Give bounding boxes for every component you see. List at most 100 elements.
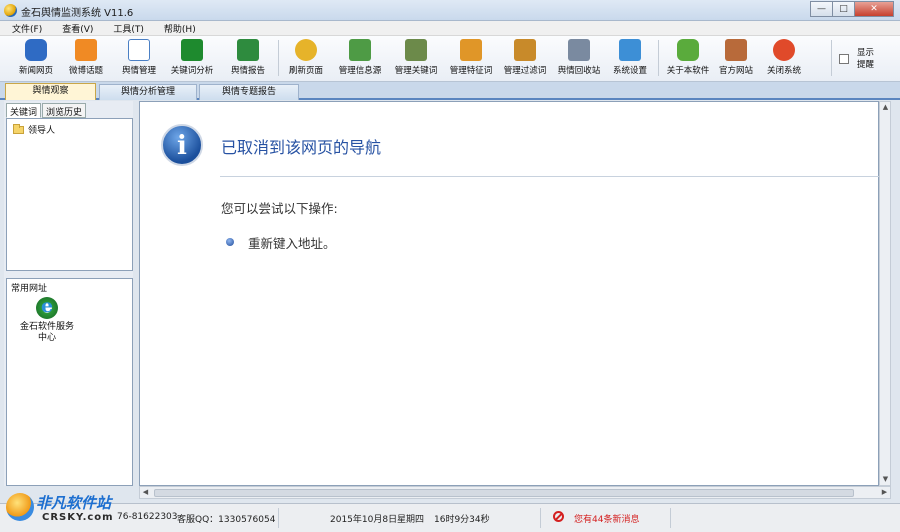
- horizontal-scrollbar[interactable]: ◀ ▶: [139, 486, 891, 499]
- status-message[interactable]: 您有44条新消息: [574, 512, 639, 525]
- recycle-bin-button[interactable]: 舆情回收站: [554, 38, 604, 80]
- status-phone: 76-81622303: [117, 512, 178, 522]
- manage-feature-words-label: 管理特征词: [449, 66, 493, 76]
- keyword-analysis-button[interactable]: 关键词分析: [166, 38, 218, 80]
- menu-help[interactable]: 帮助(H): [164, 22, 196, 35]
- tree-item-label: 领导人: [28, 126, 56, 136]
- close-system-button[interactable]: 关闭系统: [762, 38, 806, 80]
- recycle-bin-icon: [568, 39, 590, 61]
- subtab-history[interactable]: 浏览历史: [42, 103, 87, 118]
- excel-icon: [237, 39, 259, 61]
- refresh-page-label: 刷新页面: [288, 66, 323, 76]
- system-settings-label: 系统设置: [612, 66, 647, 76]
- toolbar: 新闻网页 微博话题 舆情管理 关键词分析 舆情报告 刷新页面 管理信息源 管理关…: [0, 36, 900, 82]
- news-icon: [25, 39, 47, 61]
- sentiment-manage-button[interactable]: 舆情管理: [115, 38, 163, 80]
- link-label: 金石软件服务中心: [19, 322, 74, 343]
- minimize-button[interactable]: —: [810, 1, 833, 17]
- window-controls: — □ ✕: [810, 1, 894, 17]
- common-links-panel: 常用网址 金石软件服务中心: [6, 278, 133, 486]
- refresh-page-button[interactable]: 刷新页面: [284, 38, 328, 80]
- keyword-analysis-label: 关键词分析: [170, 66, 214, 76]
- tag-icon: [460, 39, 482, 61]
- divider: [220, 176, 880, 177]
- status-divider: [540, 508, 541, 528]
- report-label: 舆情报告: [230, 66, 265, 76]
- status-bar: 76-81622303 客服QQ：1330576054 2015年10月8日 星…: [0, 503, 900, 532]
- scroll-thumb[interactable]: [154, 489, 854, 497]
- title-bar: 金石舆情监测系统 V11.6 — □ ✕: [0, 0, 900, 21]
- watermark-logo-icon: [6, 493, 34, 521]
- menu-tools[interactable]: 工具(T): [113, 22, 144, 35]
- tab-topic-report[interactable]: 舆情专题报告: [199, 84, 299, 100]
- show-tip-label: 显示提醒: [857, 48, 875, 70]
- tab-sentiment-watch[interactable]: 舆情观察: [5, 83, 96, 100]
- status-time: 16时9分34秒: [434, 515, 490, 525]
- left-panel: 关键词 浏览历史 领导人 常用网址 金石软件服务中心: [4, 101, 133, 486]
- info-icon: i: [161, 124, 203, 166]
- manage-filter-words-button[interactable]: 管理过滤词: [500, 38, 550, 80]
- home-icon: [725, 39, 747, 61]
- menu-file[interactable]: 文件(F): [12, 22, 42, 35]
- show-tip-checkbox[interactable]: [839, 54, 849, 64]
- links-header: 常用网址: [11, 284, 48, 294]
- close-system-label: 关闭系统: [766, 66, 801, 76]
- menu-bar: 文件(F) 查看(V) 工具(T) 帮助(H): [0, 21, 900, 36]
- toolbar-separator: [658, 40, 659, 76]
- chat-icon: [677, 39, 699, 61]
- about-button[interactable]: 关于本软件: [664, 38, 712, 80]
- left-subtabs: 关键词 浏览历史: [6, 103, 87, 118]
- browser-content: i 已取消到该网页的导航 您可以尝试以下操作: 重新键入地址。: [139, 101, 880, 486]
- news-button[interactable]: 新闻网页: [12, 38, 60, 80]
- error-title: 已取消到该网页的导航: [221, 138, 382, 157]
- bullet-icon: [226, 238, 234, 246]
- tree-item-leaders[interactable]: 领导人: [13, 123, 55, 136]
- official-site-button[interactable]: 官方网站: [714, 38, 758, 80]
- scroll-left-icon[interactable]: ◀: [140, 487, 151, 498]
- weibo-topic-button[interactable]: 微博话题: [62, 38, 110, 80]
- app-logo-icon: [4, 4, 17, 17]
- star-refresh-icon: [295, 39, 317, 61]
- scroll-down-icon[interactable]: ▼: [880, 474, 891, 485]
- watermark: 非凡软件站 CRSKY.com: [2, 490, 120, 530]
- sentiment-manage-label: 舆情管理: [121, 66, 156, 76]
- scroll-right-icon[interactable]: ▶: [879, 487, 890, 498]
- subtab-keywords[interactable]: 关键词: [6, 103, 42, 118]
- table-icon: [405, 39, 427, 61]
- manage-filter-words-label: 管理过滤词: [503, 66, 547, 76]
- ie-icon: [36, 295, 58, 319]
- manage-feature-words-button[interactable]: 管理特征词: [446, 38, 496, 80]
- maximize-button[interactable]: □: [832, 1, 855, 17]
- tab-sentiment-analysis[interactable]: 舆情分析管理: [99, 84, 197, 100]
- weibo-topic-label: 微博话题: [68, 66, 103, 76]
- status-divider: [670, 508, 671, 528]
- menu-view[interactable]: 查看(V): [62, 22, 93, 35]
- keyword-tree: 领导人: [6, 118, 133, 271]
- monitor-icon: [619, 39, 641, 61]
- watermark-text: 非凡软件站: [36, 494, 112, 512]
- manage-keywords-label: 管理关键词: [394, 66, 438, 76]
- alert-icon: [553, 511, 564, 522]
- close-icon: [773, 39, 795, 61]
- official-site-label: 官方网站: [718, 66, 753, 76]
- manage-sources-button[interactable]: 管理信息源: [334, 38, 386, 80]
- folder-icon: [13, 123, 24, 134]
- status-weekday: 星期四: [397, 515, 425, 525]
- news-button-label: 新闻网页: [18, 66, 53, 76]
- scroll-up-icon[interactable]: ▲: [880, 102, 891, 113]
- window-title: 金石舆情监测系统 V11.6: [21, 8, 134, 19]
- tab-bar: 舆情观察 舆情分析管理 舆情专题报告: [0, 82, 900, 100]
- close-window-button[interactable]: ✕: [854, 1, 894, 17]
- manage-keywords-button[interactable]: 管理关键词: [390, 38, 442, 80]
- system-settings-button[interactable]: 系统设置: [608, 38, 652, 80]
- toolbar-separator: [831, 40, 832, 76]
- report-button[interactable]: 舆情报告: [225, 38, 271, 80]
- bar-chart-icon: [181, 39, 203, 61]
- status-date: 2015年10月8日: [330, 515, 398, 525]
- manage-sources-label: 管理信息源: [338, 66, 382, 76]
- watermark-domain: CRSKY.com: [42, 512, 114, 523]
- folder-filter-icon: [514, 39, 536, 61]
- status-divider: [278, 508, 279, 528]
- link-service-center[interactable]: 金石软件服务中心: [17, 295, 77, 344]
- vertical-scrollbar[interactable]: ▲ ▼: [879, 101, 891, 486]
